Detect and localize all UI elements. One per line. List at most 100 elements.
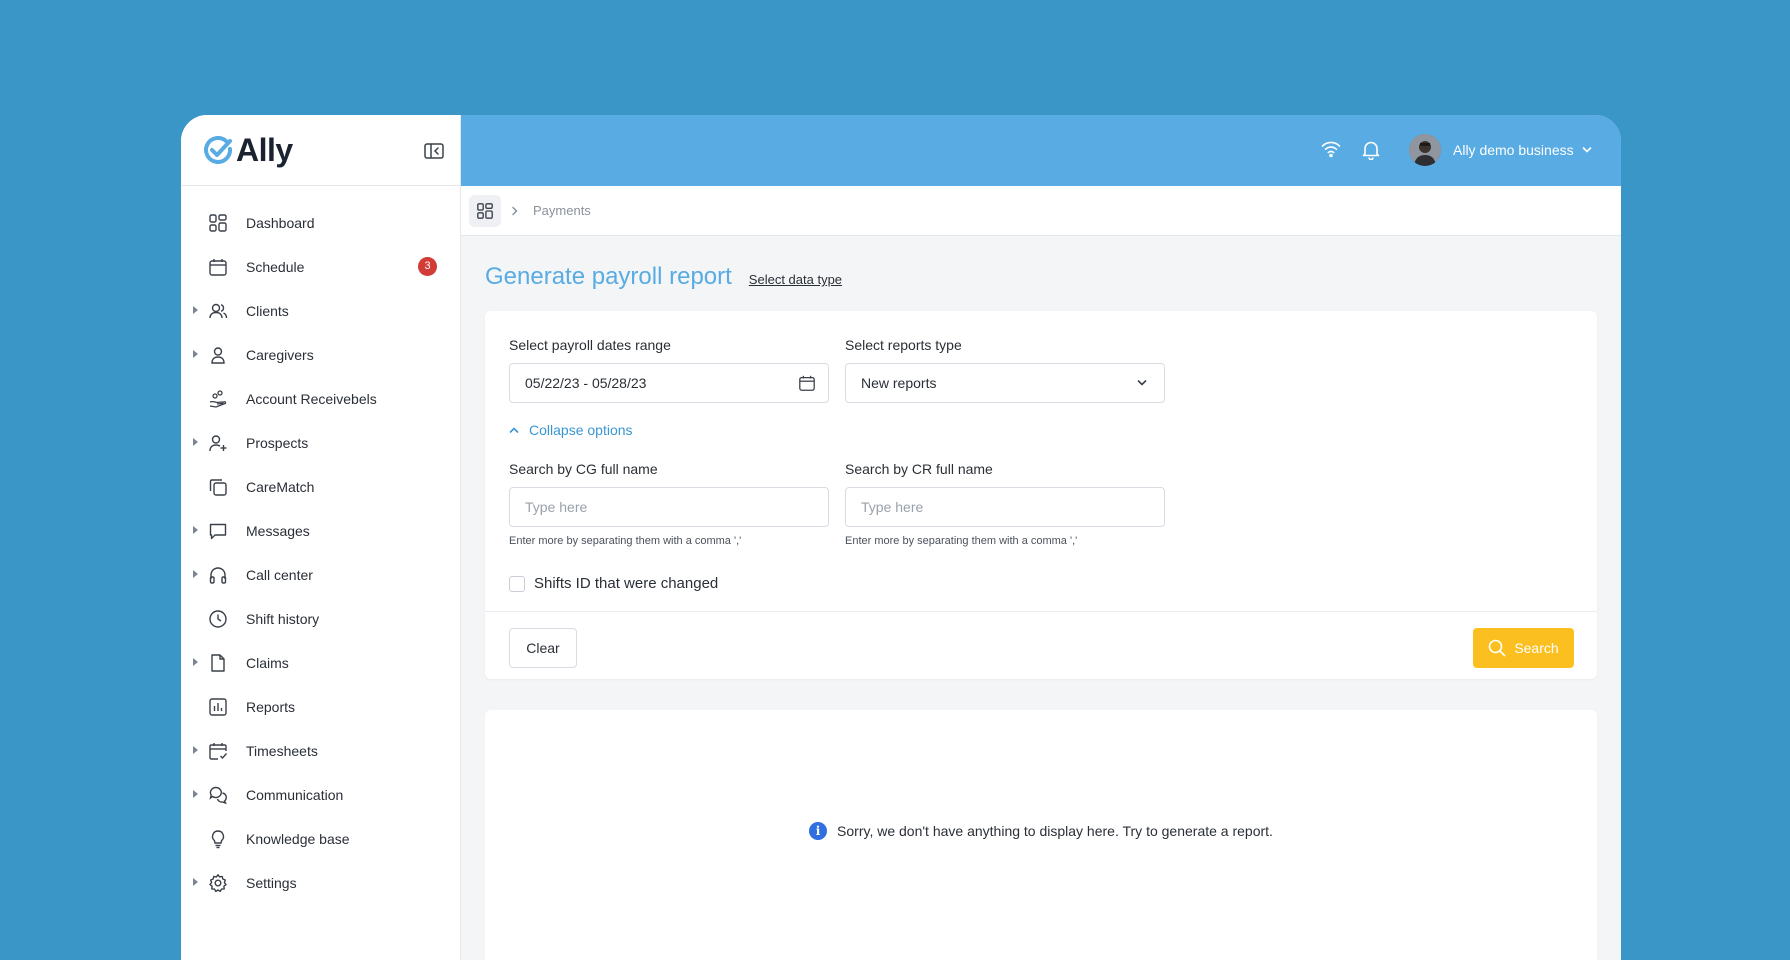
sidebar-item-label: Prospects xyxy=(246,435,309,451)
info-icon: i xyxy=(809,822,828,840)
shifts-changed-label: Shifts ID that were changed xyxy=(534,575,719,592)
sidebar-item-label: Call center xyxy=(246,567,313,583)
shifts-changed-checkbox[interactable] xyxy=(509,575,525,592)
chevron-down-icon xyxy=(1137,380,1147,386)
sidebar: Ally Dashboard Schedule 3 Clients Caregi… xyxy=(181,115,461,960)
logo-check-icon xyxy=(204,135,233,164)
sidebar-item-label: Account Receivebels xyxy=(246,391,377,407)
expand-caret-icon xyxy=(193,306,198,314)
dashboard-icon xyxy=(477,202,493,219)
user-plus-icon xyxy=(207,432,229,454)
gear-icon xyxy=(207,872,229,894)
user-name: Ally demo business xyxy=(1453,142,1574,158)
expand-caret-icon xyxy=(193,526,198,534)
bar-chart-icon xyxy=(207,696,229,718)
cg-name-input[interactable] xyxy=(525,499,795,515)
sidebar-item-knowledge-base[interactable]: Knowledge base xyxy=(181,817,460,861)
reports-type-value: New reports xyxy=(861,375,937,391)
cg-name-label: Search by CG full name xyxy=(509,461,658,477)
sidebar-item-label: Caregivers xyxy=(246,347,314,363)
wifi-icon[interactable] xyxy=(1321,140,1341,158)
message-icon xyxy=(207,520,229,542)
sidebar-item-messages[interactable]: Messages xyxy=(181,509,460,553)
sidebar-item-label: CareMatch xyxy=(246,479,315,495)
page-title: Generate payroll report xyxy=(485,263,732,290)
hand-coins-icon xyxy=(207,388,229,410)
bell-icon[interactable] xyxy=(1362,140,1380,160)
sidebar-item-label: Shift history xyxy=(246,611,320,627)
expand-caret-icon xyxy=(193,790,198,798)
sidebar-item-clients[interactable]: Clients xyxy=(181,289,460,333)
collapse-sidebar-icon[interactable] xyxy=(424,142,444,160)
sidebar-item-claims[interactable]: Claims xyxy=(181,641,460,685)
cr-name-label: Search by CR full name xyxy=(845,461,993,477)
breadcrumb: Payments xyxy=(461,186,1621,236)
empty-state: i Sorry, we don't have anything to displ… xyxy=(485,822,1597,840)
page-header: Generate payroll report Select data type xyxy=(485,263,842,291)
sidebar-item-label: Timesheets xyxy=(246,743,318,759)
select-data-type-link[interactable]: Select data type xyxy=(749,272,842,287)
sidebar-item-settings[interactable]: Settings xyxy=(181,861,460,905)
chats-icon xyxy=(207,784,229,806)
calendar-check-icon xyxy=(207,740,229,762)
breadcrumb-current: Payments xyxy=(533,203,591,218)
cr-name-field[interactable] xyxy=(845,487,1165,527)
expand-caret-icon xyxy=(193,350,198,358)
sidebar-item-call-center[interactable]: Call center xyxy=(181,553,460,597)
search-button[interactable]: Search xyxy=(1473,628,1574,668)
cg-name-field[interactable] xyxy=(509,487,829,527)
user-menu[interactable]: Ally demo business xyxy=(1409,134,1592,166)
sidebar-item-prospects[interactable]: Prospects xyxy=(181,421,460,465)
sidebar-nav: Dashboard Schedule 3 Clients Caregivers … xyxy=(181,186,460,905)
reports-type-label: Select reports type xyxy=(845,337,962,353)
calendar-icon[interactable] xyxy=(798,374,816,392)
dates-range-field[interactable]: 05/22/23 - 05/28/23 xyxy=(509,363,829,403)
dashboard-icon xyxy=(207,212,229,234)
logo[interactable]: Ally xyxy=(204,132,293,169)
sidebar-item-label: Reports xyxy=(246,699,296,715)
expand-caret-icon xyxy=(193,658,198,666)
shifts-changed-option[interactable]: Shifts ID that were changed xyxy=(509,575,718,592)
sidebar-item-label: Clients xyxy=(246,303,289,319)
sidebar-item-account-receivables[interactable]: Account Receivebels xyxy=(181,377,460,421)
dates-range-value: 05/22/23 - 05/28/23 xyxy=(525,375,647,391)
sidebar-item-dashboard[interactable]: Dashboard xyxy=(181,201,460,245)
expand-caret-icon xyxy=(193,878,198,886)
headphones-icon xyxy=(207,564,229,586)
sidebar-item-communication[interactable]: Communication xyxy=(181,773,460,817)
notification-badge: 3 xyxy=(418,257,437,276)
sidebar-item-label: Dashboard xyxy=(246,215,315,231)
breadcrumb-home-button[interactable] xyxy=(469,194,501,227)
sidebar-item-reports[interactable]: Reports xyxy=(181,685,460,729)
collapse-options-toggle[interactable]: Collapse options xyxy=(509,422,633,438)
clock-icon xyxy=(207,608,229,630)
collapse-options-label: Collapse options xyxy=(529,422,633,438)
cr-name-input[interactable] xyxy=(861,499,1131,515)
sidebar-item-label: Messages xyxy=(246,523,310,539)
search-button-label: Search xyxy=(1514,640,1559,656)
report-form-card: Select payroll dates range 05/22/23 - 05… xyxy=(485,311,1597,679)
logo-text: Ally xyxy=(236,132,293,168)
reports-type-select[interactable]: New reports xyxy=(845,363,1165,403)
expand-caret-icon xyxy=(193,438,198,446)
calendar-icon xyxy=(207,256,229,278)
expand-caret-icon xyxy=(193,746,198,754)
users-icon xyxy=(207,300,229,322)
brand-area: Ally xyxy=(181,115,460,186)
sidebar-item-label: Settings xyxy=(246,875,297,891)
expand-caret-icon xyxy=(193,570,198,578)
sidebar-item-timesheets[interactable]: Timesheets xyxy=(181,729,460,773)
sidebar-item-carematch[interactable]: CareMatch xyxy=(181,465,460,509)
sidebar-item-label: Knowledge base xyxy=(246,831,350,847)
sidebar-item-label: Communication xyxy=(246,787,344,803)
cg-name-hint: Enter more by separating them with a com… xyxy=(509,535,742,547)
empty-state-message: Sorry, we don't have anything to display… xyxy=(837,823,1273,839)
lightbulb-icon xyxy=(207,828,229,850)
chevron-down-icon xyxy=(1582,147,1591,153)
sidebar-item-shift-history[interactable]: Shift history xyxy=(181,597,460,641)
divider xyxy=(485,611,1597,612)
sidebar-item-schedule[interactable]: Schedule 3 xyxy=(181,245,460,289)
clear-button[interactable]: Clear xyxy=(509,628,577,668)
sidebar-item-caregivers[interactable]: Caregivers xyxy=(181,333,460,377)
sidebar-item-label: Schedule xyxy=(246,259,305,275)
